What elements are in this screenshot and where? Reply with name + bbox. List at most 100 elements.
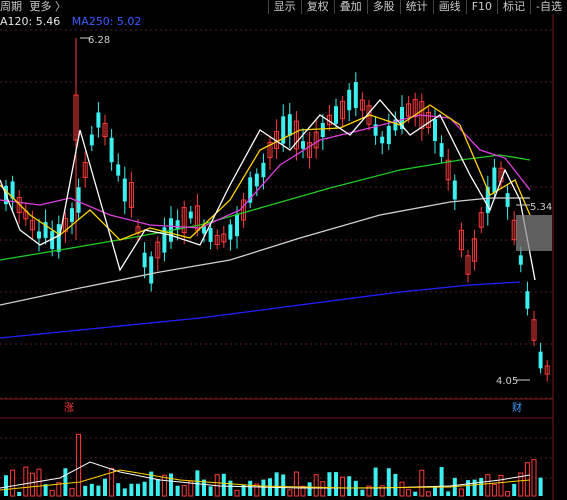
high-price-label: 6.28 bbox=[88, 35, 111, 46]
volume-bar bbox=[399, 481, 405, 497]
volume-bar bbox=[83, 485, 88, 496]
volume-bar bbox=[49, 489, 55, 497]
price-crosshair-box bbox=[516, 215, 552, 251]
volume-bar bbox=[524, 462, 530, 497]
volume-bar bbox=[446, 491, 451, 496]
volume-bar bbox=[327, 472, 332, 496]
candle-body bbox=[116, 164, 121, 176]
candle-body bbox=[56, 224, 61, 252]
candle-body bbox=[109, 137, 114, 163]
candle-body bbox=[261, 162, 266, 178]
volume-bar bbox=[386, 468, 391, 496]
limit-up-marker[interactable]: 涨 bbox=[64, 403, 74, 415]
volume-bar bbox=[419, 469, 425, 497]
volume-bar bbox=[17, 491, 22, 496]
candle-body bbox=[334, 106, 338, 124]
volume-bar bbox=[169, 473, 173, 496]
volume-bar bbox=[122, 488, 127, 496]
volume-bar bbox=[472, 479, 477, 496]
volume-bar bbox=[10, 469, 16, 497]
volume-bar bbox=[76, 433, 82, 497]
volume-bar bbox=[136, 483, 140, 496]
candle-body bbox=[96, 112, 101, 128]
candle-body bbox=[142, 252, 147, 268]
volume-bar bbox=[103, 478, 107, 496]
candle-body bbox=[76, 187, 81, 213]
volume-bar bbox=[221, 473, 226, 496]
candle-body bbox=[254, 173, 259, 187]
volume-bar bbox=[491, 483, 497, 497]
volume-bar bbox=[281, 474, 286, 496]
candle-body bbox=[433, 119, 437, 141]
volume-bar bbox=[512, 483, 517, 496]
candle-body bbox=[89, 134, 94, 146]
volume-bar bbox=[69, 487, 75, 497]
volume-bar bbox=[248, 480, 253, 496]
volume-bar bbox=[116, 483, 121, 496]
volume-bar bbox=[347, 476, 352, 496]
volume-bar bbox=[413, 491, 418, 496]
volume-bar bbox=[234, 489, 240, 497]
candle-body bbox=[518, 255, 523, 265]
candle-body bbox=[37, 231, 41, 239]
candle-body bbox=[505, 193, 510, 207]
volume-bar bbox=[175, 485, 180, 496]
volume-bar bbox=[334, 472, 338, 496]
volume-bar bbox=[96, 485, 101, 496]
volume-bar bbox=[155, 479, 160, 496]
candle-body bbox=[492, 167, 497, 193]
candle-body bbox=[386, 125, 391, 145]
candle-body bbox=[287, 114, 292, 136]
candle-body bbox=[525, 291, 530, 309]
volume-bar bbox=[425, 491, 431, 497]
volume-bar bbox=[538, 477, 543, 496]
volume-bar bbox=[36, 468, 42, 497]
volume-bar bbox=[406, 489, 412, 497]
candle-body bbox=[380, 136, 385, 144]
candle-body bbox=[149, 256, 154, 284]
volume-bar bbox=[129, 483, 134, 496]
volume-bar bbox=[287, 489, 293, 497]
ma120-line bbox=[0, 197, 530, 306]
volume-bar bbox=[293, 471, 299, 497]
volume-bar bbox=[208, 486, 213, 496]
volume-bar bbox=[340, 476, 346, 497]
volume-bar bbox=[89, 483, 94, 496]
volume-bar bbox=[181, 485, 187, 497]
kline-chart[interactable] bbox=[0, 0, 567, 500]
candle-body bbox=[301, 141, 305, 149]
volume-bar bbox=[261, 479, 266, 496]
volume-bar bbox=[307, 482, 312, 496]
volume-bar bbox=[23, 466, 29, 497]
candle-body bbox=[320, 122, 325, 138]
financial-report-marker[interactable]: 财 bbox=[512, 403, 522, 415]
candle-body bbox=[347, 89, 352, 111]
candle-body bbox=[122, 178, 127, 202]
candle-body bbox=[208, 228, 213, 242]
volume-bar bbox=[142, 481, 147, 496]
candle-body bbox=[353, 82, 358, 108]
volume-bar bbox=[458, 488, 464, 497]
candle-body bbox=[538, 351, 543, 369]
volume-bar bbox=[360, 489, 365, 496]
volume-bar bbox=[228, 480, 233, 496]
low-price-label: 4.05 bbox=[496, 376, 519, 387]
volume-bar bbox=[29, 472, 35, 497]
volume-bar bbox=[466, 480, 470, 496]
candle-body bbox=[70, 208, 74, 222]
volume-bar bbox=[320, 481, 326, 497]
volume-bar bbox=[505, 491, 511, 497]
volume-bar bbox=[393, 473, 398, 496]
current-price-label: 5.34 bbox=[530, 202, 553, 213]
volume-bar bbox=[373, 467, 378, 496]
volume-bar bbox=[4, 475, 8, 496]
volume-bar bbox=[433, 487, 437, 496]
volume-bar bbox=[63, 468, 68, 496]
candle-body bbox=[235, 213, 239, 237]
volume-bar bbox=[439, 467, 444, 496]
candle-body bbox=[439, 143, 444, 157]
ma250-line bbox=[0, 281, 521, 339]
candle-body bbox=[452, 180, 457, 200]
candle-body bbox=[188, 211, 193, 219]
volume-bar bbox=[274, 472, 279, 496]
